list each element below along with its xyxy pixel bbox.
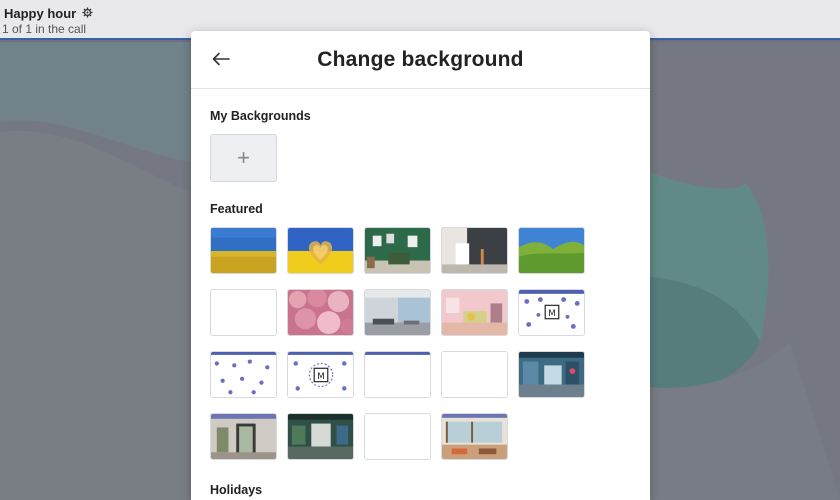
dialog-title: Change background xyxy=(317,48,524,71)
background-thumb-cafe-interior[interactable] xyxy=(441,413,508,460)
background-thumb-green-hills[interactable] xyxy=(518,227,585,274)
dialog-header: Change background xyxy=(191,31,650,89)
background-thumb-blank-white-3[interactable] xyxy=(364,413,431,460)
background-thumb-green-office[interactable] xyxy=(287,413,354,460)
background-thumb-ukraine-heart[interactable] xyxy=(287,227,354,274)
background-thumb-pink-playroom[interactable] xyxy=(441,289,508,336)
background-thumb-snowflake-logo-2[interactable]: M xyxy=(287,351,354,398)
svg-text:M: M xyxy=(548,309,556,319)
meeting-title-group: Happy hour xyxy=(4,6,93,21)
add-background-button[interactable]: + xyxy=(210,134,277,182)
background-thumb-blank-stripe[interactable] xyxy=(364,351,431,398)
background-thumb-snowflake-pattern[interactable] xyxy=(210,351,277,398)
background-thumb-modern-lounge[interactable] xyxy=(364,289,431,336)
my-backgrounds-label: My Backgrounds xyxy=(210,109,311,123)
plus-icon: + xyxy=(237,145,250,170)
change-background-dialog: Change background My Backgrounds + Featu… xyxy=(191,31,650,500)
background-thumb-blank-white-2[interactable] xyxy=(441,351,508,398)
background-thumb-pink-blossoms[interactable] xyxy=(287,289,354,336)
gear-icon[interactable] xyxy=(82,6,93,21)
featured-label: Featured xyxy=(210,202,263,216)
meeting-title: Happy hour xyxy=(4,6,77,21)
background-thumb-arcade-room[interactable] xyxy=(518,351,585,398)
background-thumb-snowflake-logo[interactable]: M xyxy=(518,289,585,336)
background-thumb-dark-studio[interactable] xyxy=(441,227,508,274)
background-thumb-green-gallery[interactable] xyxy=(364,227,431,274)
holidays-label: Holidays xyxy=(210,483,263,497)
svg-text:M: M xyxy=(317,372,325,382)
background-thumb-blank-white[interactable] xyxy=(210,289,277,336)
background-thumb-wheat-field[interactable] xyxy=(210,227,277,274)
background-thumb-doorway-room[interactable] xyxy=(210,413,277,460)
participant-count: 1 of 1 in the call xyxy=(2,22,87,36)
